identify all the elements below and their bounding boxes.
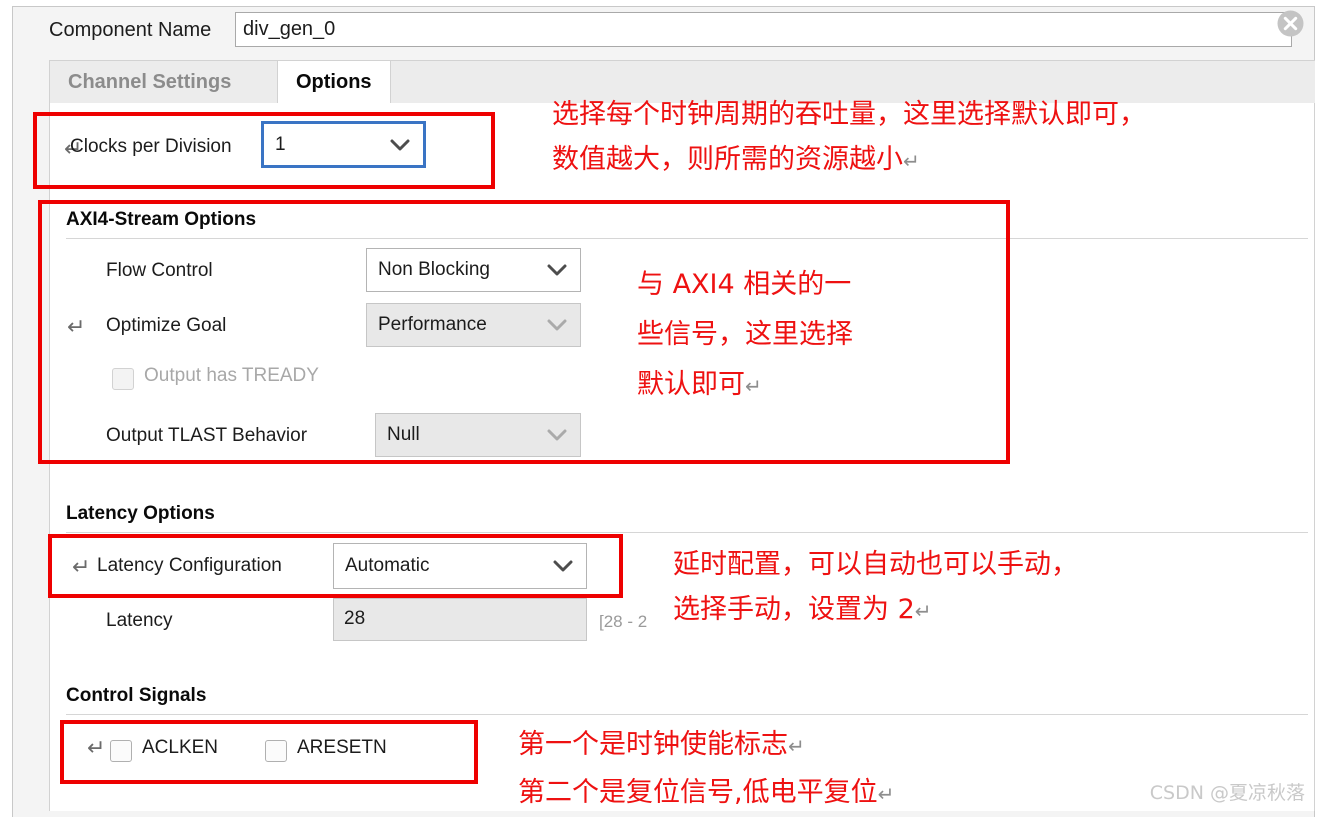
annotation-axi4-line3: 默认即可 bbox=[637, 369, 745, 400]
aresetn-label: ARESETN bbox=[297, 737, 387, 758]
annotation-clocks-line2: 数值越大，则所需的资源越小 bbox=[552, 144, 903, 175]
annotation-latency: 延时配置，可以自动也可以手动， 选择手动，设置为 2↵ bbox=[673, 542, 1078, 635]
latency-configuration-value: Automatic bbox=[345, 555, 430, 576]
annotation-latency-line2: 选择手动，设置为 2 bbox=[673, 594, 915, 625]
chevron-down-icon bbox=[390, 139, 410, 151]
annotation-axi4-line1: 与 AXI4 相关的一 bbox=[637, 269, 852, 300]
optimize-goal-label: Optimize Goal bbox=[106, 315, 227, 336]
annotation-axi4: 与 AXI4 相关的一 些信号，这里选择 默认即可↵ bbox=[637, 260, 853, 412]
flow-control-value: Non Blocking bbox=[378, 259, 490, 280]
flow-control-label: Flow Control bbox=[106, 260, 213, 281]
latency-configuration-label: Latency Configuration bbox=[97, 555, 282, 576]
clocks-per-division-label: Clocks per Division bbox=[70, 136, 232, 157]
options-pane: ↵ Clocks per Division 1 AXI4-Stream Opti… bbox=[49, 103, 1315, 811]
output-tlast-behavior-label: Output TLAST Behavior bbox=[106, 425, 308, 446]
aclken-label: ACLKEN bbox=[142, 737, 219, 758]
return-mark-icon: ↵ bbox=[903, 151, 920, 173]
return-mark-optimize: ↵ bbox=[67, 314, 86, 339]
output-has-tready-label: Output has TREADY bbox=[144, 365, 319, 386]
latency-configuration-combo[interactable]: Automatic bbox=[333, 543, 587, 589]
latency-range-hint: [28 - 2 bbox=[599, 612, 648, 631]
axi4-section-rule bbox=[66, 238, 1308, 239]
component-name-input[interactable]: div_gen_0 bbox=[235, 12, 1292, 47]
output-tlast-behavior-combo[interactable]: Null bbox=[375, 413, 581, 457]
annotation-clocks-line1: 选择每个时钟周期的吞吐量，这里选择默认即可， bbox=[552, 99, 1146, 130]
csdn-watermark: CSDN @夏凉秋落 bbox=[1149, 782, 1305, 804]
annotation-control-signals: 第一个是时钟使能标志↵ 第二个是复位信号,低电平复位↵ bbox=[518, 722, 894, 817]
latency-section-rule bbox=[66, 532, 1308, 533]
annotation-latency-line1: 延时配置，可以自动也可以手动， bbox=[673, 549, 1078, 580]
checkbox-box bbox=[265, 740, 287, 762]
clocks-per-division-value: 1 bbox=[275, 133, 286, 155]
chevron-down-icon bbox=[547, 319, 567, 331]
tab-options[interactable]: Options bbox=[277, 61, 391, 104]
return-mark-icon: ↵ bbox=[914, 601, 932, 623]
latency-section-title: Latency Options bbox=[66, 503, 215, 524]
axi4-stream-section-title: AXI4-Stream Options bbox=[66, 209, 257, 230]
checkbox-box bbox=[112, 368, 134, 390]
optimize-goal-combo[interactable]: Performance bbox=[366, 303, 581, 347]
chevron-down-icon bbox=[553, 560, 573, 572]
flow-control-combo[interactable]: Non Blocking bbox=[366, 248, 581, 292]
annotation-control-line1: 第一个是时钟使能标志 bbox=[518, 729, 788, 760]
close-circle-icon[interactable] bbox=[1277, 10, 1304, 37]
return-mark-icon: ↵ bbox=[788, 736, 805, 758]
tab-channel-settings[interactable]: Channel Settings bbox=[50, 61, 249, 104]
chevron-down-icon bbox=[547, 429, 567, 441]
annotation-axi4-line2: 些信号，这里选择 bbox=[637, 319, 853, 350]
return-mark-icon: ↵ bbox=[877, 784, 895, 806]
output-tlast-behavior-value: Null bbox=[387, 424, 420, 445]
component-name-label: Component Name bbox=[49, 19, 212, 41]
optimize-goal-value: Performance bbox=[378, 314, 487, 335]
latency-value-input[interactable]: 28 bbox=[333, 598, 587, 641]
clocks-per-division-combo[interactable]: 1 bbox=[261, 121, 426, 168]
screenshot-root: Component Name div_gen_0 Channel Setting… bbox=[0, 0, 1327, 817]
return-mark-latency-config: ↵ bbox=[72, 554, 91, 579]
annotation-control-line2: 第二个是复位信号,低电平复位 bbox=[518, 777, 878, 808]
checkbox-box bbox=[110, 740, 132, 762]
control-signals-section-title: Control Signals bbox=[66, 685, 207, 706]
return-mark-control: ↵ bbox=[87, 735, 106, 760]
latency-value-label: Latency bbox=[106, 610, 173, 631]
annotation-clocks: 选择每个时钟周期的吞吐量，这里选择默认即可， 数值越大，则所需的资源越小↵ bbox=[552, 92, 1146, 185]
chevron-down-icon bbox=[547, 264, 567, 276]
control-signals-section-rule bbox=[66, 714, 1308, 715]
return-mark-icon: ↵ bbox=[745, 376, 762, 398]
component-name-row: Component Name div_gen_0 bbox=[13, 7, 1314, 53]
